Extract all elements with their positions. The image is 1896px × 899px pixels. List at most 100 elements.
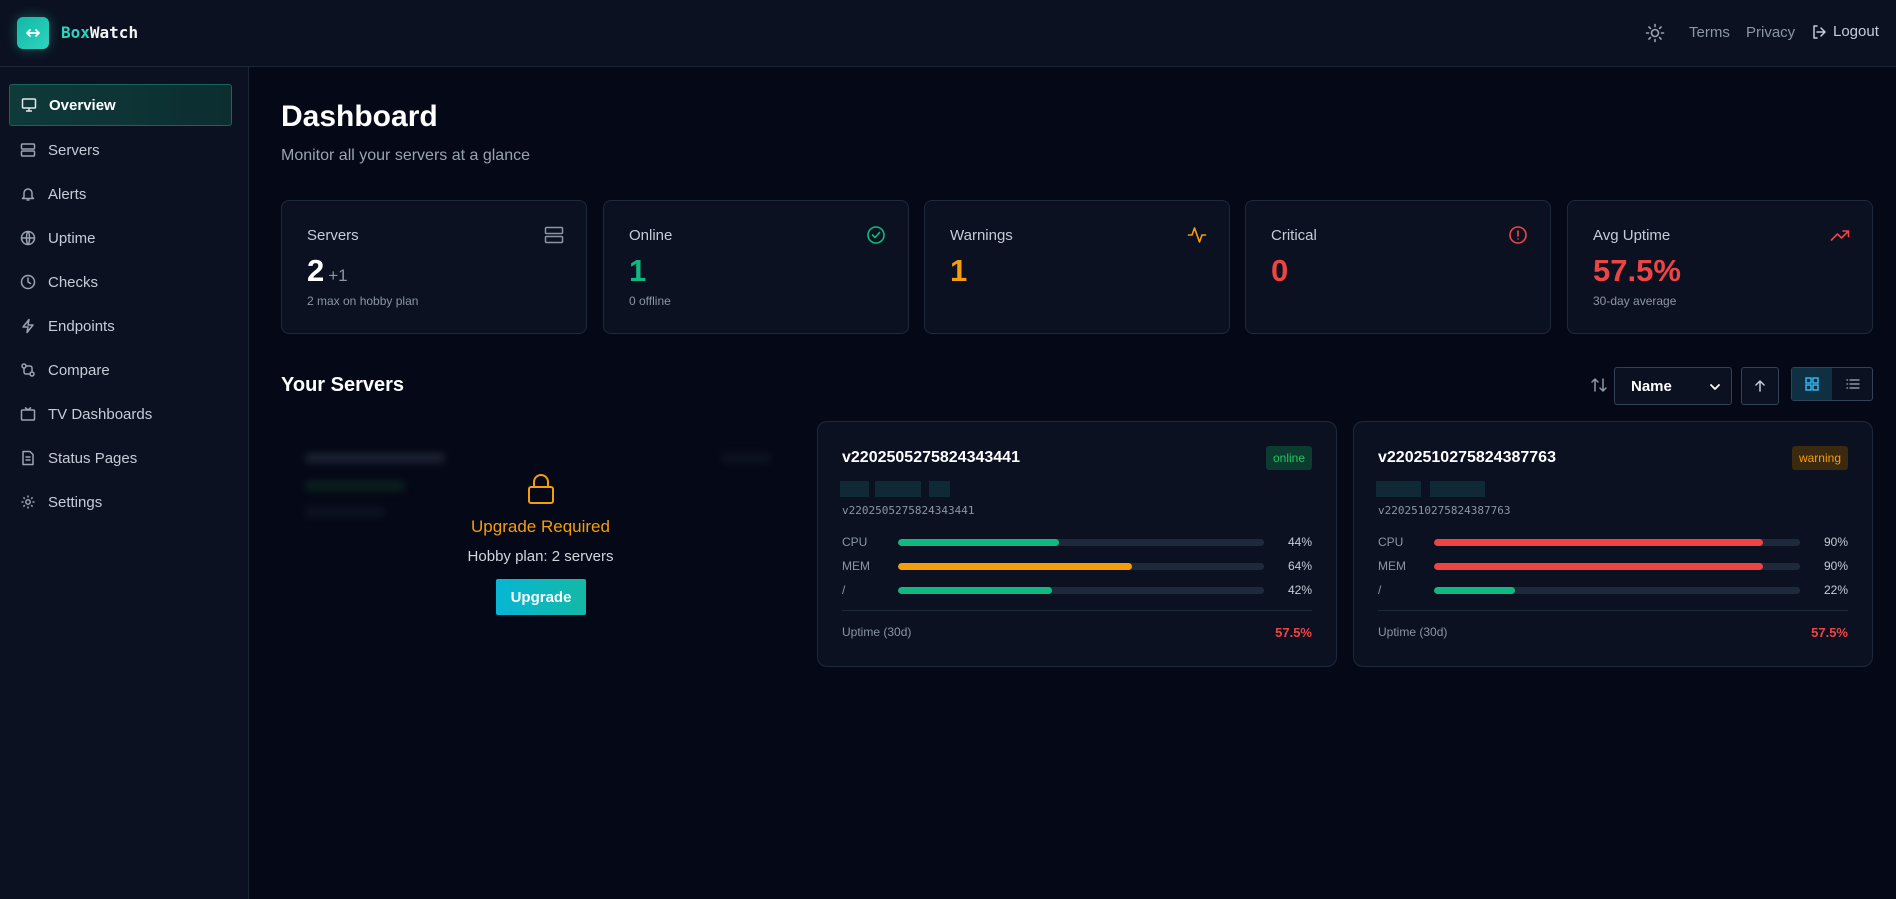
status-badge: warning xyxy=(1791,446,1848,470)
logout-icon xyxy=(1813,24,1826,39)
divider xyxy=(1378,610,1848,611)
server-stack-icon xyxy=(544,226,564,244)
sidebar-item-label: Overview xyxy=(49,96,116,114)
metric-label-mem: MEM xyxy=(1378,559,1406,573)
sidebar-item-overview[interactable]: Overview xyxy=(9,84,232,126)
metric-label-mem: MEM xyxy=(842,559,870,573)
gear-icon xyxy=(21,495,35,509)
list-icon xyxy=(1846,379,1860,389)
server-name: v2202510275824387763 xyxy=(1378,449,1556,466)
redacted-block xyxy=(929,481,950,497)
sidebar-item-checks[interactable]: Checks xyxy=(9,261,232,303)
monitor-icon xyxy=(21,98,37,112)
mem-bar xyxy=(898,563,1264,570)
stat-label: Avg Uptime xyxy=(1593,227,1671,244)
sidebar-item-alerts[interactable]: Alerts xyxy=(9,173,232,215)
brand-name[interactable]: BoxWatch xyxy=(61,23,138,42)
file-icon xyxy=(22,450,34,466)
redacted-block xyxy=(875,481,921,497)
cpu-bar-fill xyxy=(1434,539,1764,546)
redacted-block xyxy=(1376,481,1421,497)
server-hostname: v2202505275824343441 xyxy=(842,504,975,517)
server-icon xyxy=(20,143,36,157)
zap-icon xyxy=(22,318,34,334)
stat-note: 2 max on hobby plan xyxy=(307,294,419,308)
metric-value-cpu: 44% xyxy=(1287,535,1312,549)
sort-direction-button[interactable] xyxy=(1741,367,1779,405)
clock-icon xyxy=(20,274,36,290)
grid-view-button[interactable] xyxy=(1792,368,1832,400)
metric-value-mem: 64% xyxy=(1287,559,1312,573)
upgrade-title: Upgrade Required xyxy=(471,517,610,536)
metric-label-cpu: CPU xyxy=(842,535,868,549)
sidebar-item-servers[interactable]: Servers xyxy=(9,129,232,171)
sidebar-item-label: Status Pages xyxy=(48,449,138,467)
terms-link[interactable]: Terms xyxy=(1689,24,1730,41)
cpu-bar-fill xyxy=(898,539,1060,546)
brand-part2: Watch xyxy=(89,23,139,42)
sidebar-item-status-pages[interactable]: Status Pages xyxy=(9,437,232,479)
bell-icon xyxy=(21,188,35,201)
sidebar-item-compare[interactable]: Compare xyxy=(9,349,232,391)
theme-toggle-sun-icon[interactable] xyxy=(1645,23,1665,43)
stat-card-servers: Servers 2 +1 2 max on hobby plan xyxy=(281,200,587,334)
locked-server-card: Upgrade Required Hobby plan: 2 servers U… xyxy=(281,421,800,667)
arrow-up-icon xyxy=(1755,380,1765,392)
section-title: Your Servers xyxy=(281,374,405,396)
metric-label-disk: / xyxy=(1378,583,1382,597)
disk-bar xyxy=(898,587,1264,594)
tv-icon xyxy=(20,406,36,421)
sidebar-item-uptime[interactable]: Uptime xyxy=(9,217,232,259)
logout-button[interactable]: Logout xyxy=(1811,23,1879,40)
upgrade-button[interactable]: Upgrade xyxy=(496,579,586,615)
server-card[interactable]: v2202505275824343441 online v22025052758… xyxy=(817,421,1337,667)
uptime-label: Uptime (30d) xyxy=(842,625,912,639)
sort-icon xyxy=(1591,378,1607,392)
chevron-down-icon xyxy=(1710,384,1720,390)
check-circle-icon xyxy=(867,226,885,244)
sidebar-item-endpoints[interactable]: Endpoints xyxy=(9,305,232,347)
top-bar: BoxWatch Terms Privacy Logout xyxy=(0,0,1896,67)
sort-select-value: Name xyxy=(1631,377,1672,395)
stat-card-avg-uptime: Avg Uptime 57.5% 30-day average xyxy=(1567,200,1873,334)
server-card[interactable]: v2202510275824387763 warning v2202510275… xyxy=(1353,421,1873,667)
metric-value-disk: 22% xyxy=(1823,583,1848,597)
stat-value-number: 2 xyxy=(307,253,325,288)
sidebar-item-label: Endpoints xyxy=(48,317,115,335)
uptime-value: 57.5% xyxy=(1275,625,1312,640)
stat-note: 30-day average xyxy=(1593,294,1677,308)
stat-value: 1 xyxy=(950,253,968,288)
sort-select[interactable]: Name xyxy=(1614,367,1732,405)
stat-label: Online xyxy=(629,227,673,244)
sidebar: Overview Servers Alerts Uptime Checks En… xyxy=(0,67,249,899)
compare-icon xyxy=(21,363,35,377)
activity-icon xyxy=(1187,227,1207,243)
sidebar-item-label: Compare xyxy=(48,361,110,379)
stat-label: Warnings xyxy=(950,227,1013,244)
metric-value-mem: 90% xyxy=(1823,559,1848,573)
stat-card-warnings: Warnings 1 xyxy=(924,200,1230,334)
server-name: v2202505275824343441 xyxy=(842,449,1020,466)
sidebar-item-label: Checks xyxy=(48,273,99,291)
redacted-block xyxy=(1430,481,1485,497)
sidebar-item-settings[interactable]: Settings xyxy=(9,481,232,523)
sidebar-item-tv-dashboards[interactable]: TV Dashboards xyxy=(9,393,232,435)
uptime-label: Uptime (30d) xyxy=(1378,625,1448,639)
metric-label-cpu: CPU xyxy=(1378,535,1404,549)
redacted-block xyxy=(840,481,869,497)
stat-card-online: Online 1 0 offline xyxy=(603,200,909,334)
stat-value: 1 xyxy=(629,253,647,288)
mem-bar xyxy=(1434,563,1800,570)
upgrade-subtitle: Hobby plan: 2 servers xyxy=(467,548,614,565)
sidebar-item-label: Settings xyxy=(48,493,103,511)
lock-icon xyxy=(528,474,554,504)
sidebar-item-label: TV Dashboards xyxy=(48,405,153,423)
globe-icon xyxy=(20,230,36,246)
trending-up-icon xyxy=(1830,230,1850,241)
privacy-link[interactable]: Privacy xyxy=(1746,24,1795,41)
list-view-button[interactable] xyxy=(1833,368,1872,400)
sidebar-item-label: Uptime xyxy=(48,229,96,247)
cpu-bar xyxy=(1434,539,1800,546)
logo-icon[interactable] xyxy=(17,17,49,49)
stat-value: 0 xyxy=(1271,253,1289,288)
